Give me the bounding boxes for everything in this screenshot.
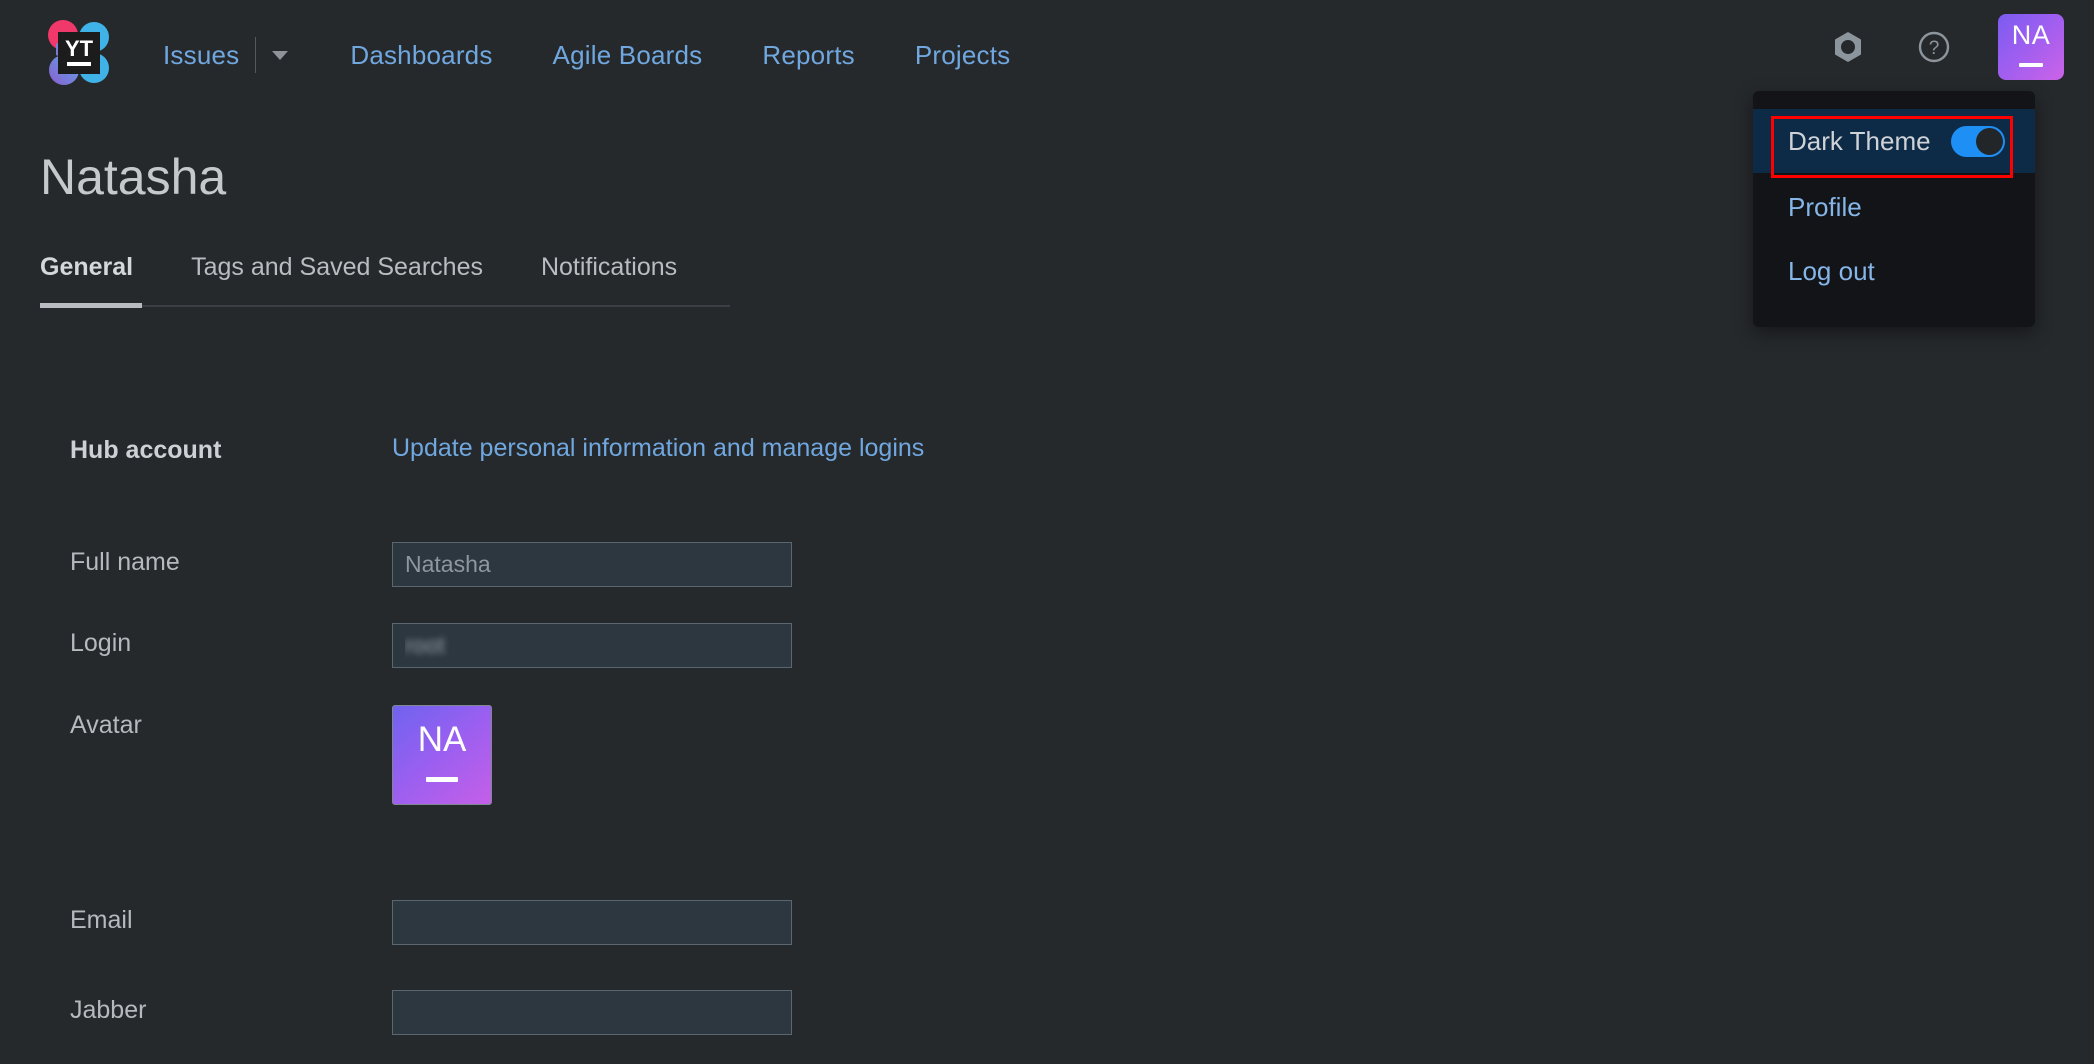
full-name-label: Full name xyxy=(70,542,392,577)
help-button[interactable]: ? xyxy=(1912,25,1956,69)
nav-divider xyxy=(255,37,256,73)
form-row-email: Email xyxy=(70,900,1170,945)
tab-general[interactable]: General xyxy=(40,253,133,300)
page-title: Natasha xyxy=(40,148,226,206)
menu-item-dark-theme-label: Dark Theme xyxy=(1788,126,1931,157)
gear-icon xyxy=(1829,28,1867,66)
avatar-preview-dash xyxy=(426,777,458,782)
avatar[interactable]: NA xyxy=(1998,14,2064,80)
app-root: YT Issues Dashboards Agile Boards Report… xyxy=(0,0,2094,1064)
menu-item-logout-label: Log out xyxy=(1788,256,1875,287)
avatar-preview-initials: NA xyxy=(393,720,491,760)
full-name-input[interactable] xyxy=(392,542,792,587)
nav-item-issues[interactable]: Issues xyxy=(163,40,239,71)
chevron-down-icon[interactable] xyxy=(272,51,288,60)
form-row-avatar: Avatar NA xyxy=(70,705,1170,805)
form-row-jabber: Jabber xyxy=(70,990,1170,1035)
toggle-knob xyxy=(1976,128,2003,155)
svg-text:?: ? xyxy=(1929,38,1940,59)
header-actions: ? NA xyxy=(1826,14,2064,80)
avatar-dash xyxy=(2019,63,2043,67)
avatar-label: Avatar xyxy=(70,705,392,740)
youtrack-logo[interactable]: YT xyxy=(38,13,118,93)
avatar-preview[interactable]: NA xyxy=(392,705,492,805)
email-input[interactable] xyxy=(392,900,792,945)
tab-notifications[interactable]: Notifications xyxy=(541,253,677,300)
hub-account-label: Hub account xyxy=(70,430,392,465)
nav-item-dashboards[interactable]: Dashboards xyxy=(350,40,492,71)
login-label: Login xyxy=(70,623,392,658)
settings-button[interactable] xyxy=(1826,25,1870,69)
nav-item-reports[interactable]: Reports xyxy=(762,40,854,71)
main-navigation: Issues Dashboards Agile Boards Reports P… xyxy=(163,0,1070,110)
form-row-hub-account: Hub account Update personal information … xyxy=(70,430,1170,465)
login-input[interactable] xyxy=(392,623,792,668)
user-dropdown-menu: Dark Theme Profile Log out xyxy=(1753,91,2035,327)
avatar-initials: NA xyxy=(1998,20,2064,51)
menu-item-logout[interactable]: Log out xyxy=(1753,239,2035,303)
nav-item-projects[interactable]: Projects xyxy=(915,40,1011,71)
profile-tabs: General Tags and Saved Searches Notifica… xyxy=(40,253,730,307)
jabber-label: Jabber xyxy=(70,990,392,1025)
email-label: Email xyxy=(70,900,392,935)
nav-item-agile-boards[interactable]: Agile Boards xyxy=(553,40,703,71)
jabber-input[interactable] xyxy=(392,990,792,1035)
tab-bar-divider xyxy=(40,305,730,307)
menu-item-dark-theme[interactable]: Dark Theme xyxy=(1753,109,2035,173)
svg-text:YT: YT xyxy=(65,36,94,61)
help-circle-icon: ? xyxy=(1915,28,1953,66)
tab-active-indicator xyxy=(40,303,142,308)
menu-item-profile[interactable]: Profile xyxy=(1753,175,2035,239)
hub-account-link[interactable]: Update personal information and manage l… xyxy=(392,430,924,463)
tab-tags-and-saved-searches[interactable]: Tags and Saved Searches xyxy=(191,253,483,300)
form-row-login: Login xyxy=(70,623,1170,668)
menu-item-profile-label: Profile xyxy=(1788,192,1862,223)
dark-theme-toggle[interactable] xyxy=(1951,126,2005,157)
youtrack-logo-icon: YT xyxy=(38,13,118,93)
form-row-full-name: Full name xyxy=(70,542,1170,587)
